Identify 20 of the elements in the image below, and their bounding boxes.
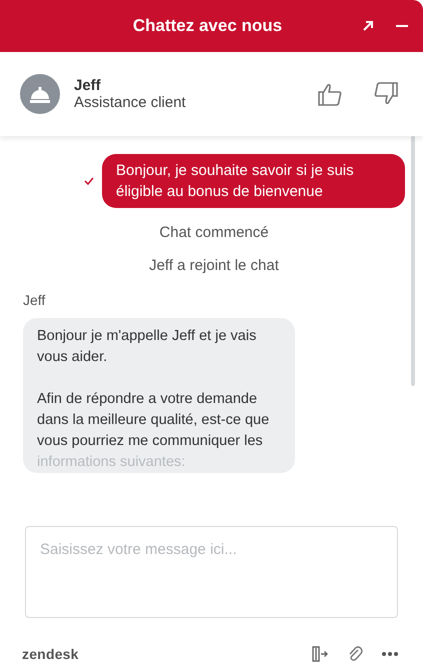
more-icon [381, 651, 399, 657]
thumbs-down-icon [373, 81, 399, 107]
popout-icon [361, 19, 375, 33]
agent-role: Assistance client [74, 94, 187, 111]
system-message: Jeff a rejoint le chat [148, 257, 280, 274]
bell-avatar-icon [20, 74, 60, 114]
author-name: Jeff [23, 292, 46, 308]
visitor-message: Bonjour, je souhaite savoir si je suis éligible au bonus de bienvenue [102, 154, 405, 208]
thumbs-up-icon [317, 81, 343, 107]
agent-name: Jeff [74, 77, 102, 94]
agent-message: Afin de répondre a votre demande dans la meilleure qualité, est-ce que vous pourriez me communiquer les [37, 390, 270, 451]
scrollbar[interactable] [411, 136, 415, 386]
brand-logo: zendesk [22, 646, 79, 662]
exit-door-icon [311, 646, 329, 662]
message-input[interactable]: Saisissez votre message ici... [25, 526, 398, 618]
paperclip-icon [347, 645, 363, 663]
widget-title: Chattez avec nous [132, 16, 284, 36]
more-options-button[interactable] [379, 649, 401, 659]
system-message: Chat commencé [158, 224, 270, 241]
agent-message: Bonjour je m'appelle Jeff et je vais vous aider. [37, 327, 258, 367]
